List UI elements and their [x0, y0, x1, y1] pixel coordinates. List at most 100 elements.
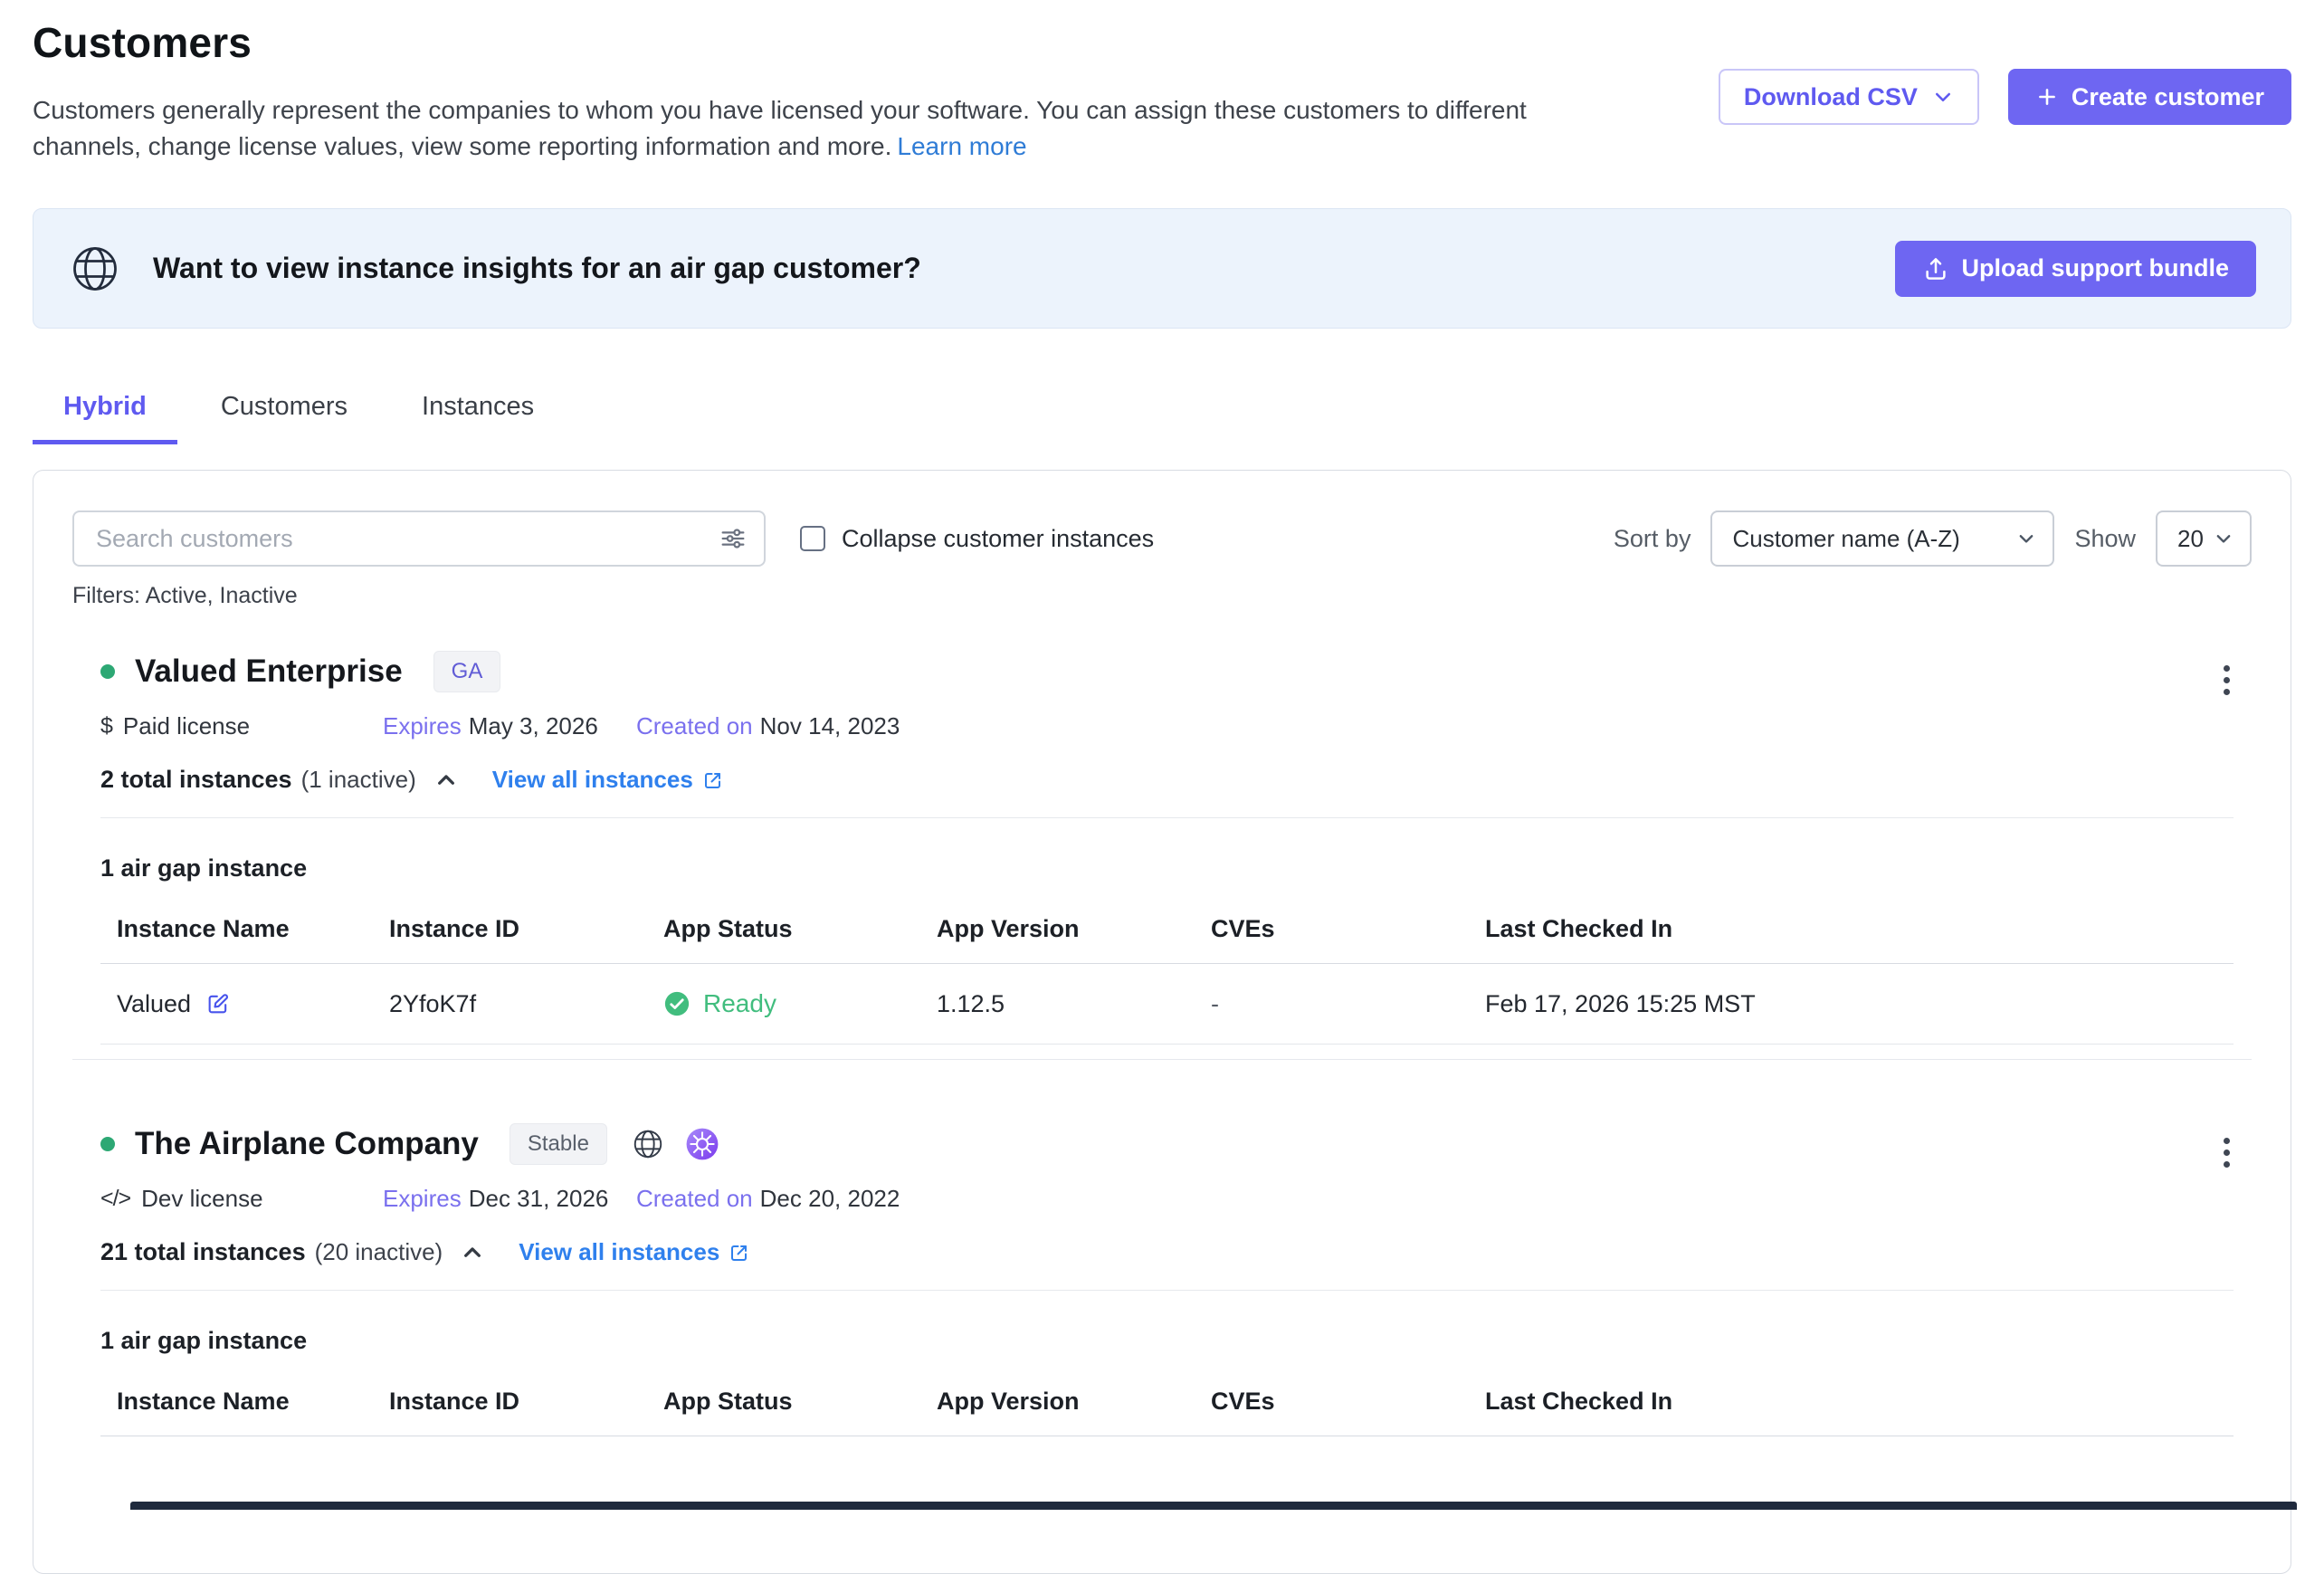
channel-badge: GA [433, 651, 501, 692]
show-select[interactable]: 20 [2156, 510, 2252, 567]
partially-visible-bottom-bar [130, 1502, 2297, 1510]
col-cves: CVEs [1211, 1388, 1485, 1416]
col-app-version: App Version [937, 1388, 1211, 1416]
inactive-instances-note: (20 inactive) [315, 1238, 443, 1266]
license-type-label: Dev license [141, 1185, 262, 1213]
instance-row: Valued 2YfoK7f Ready 1.12.5 - Feb [100, 964, 2234, 1045]
expires-date: May 3, 2026 [469, 712, 598, 739]
kebab-menu-button[interactable] [2213, 658, 2241, 702]
view-all-instances-label: View all instances [519, 1238, 719, 1266]
show-select-value: 20 [2177, 525, 2204, 553]
view-all-instances-link[interactable]: View all instances [492, 766, 724, 794]
upload-support-bundle-label: Upload support bundle [1962, 254, 2229, 282]
globe-icon [68, 242, 122, 296]
edit-icon[interactable] [205, 991, 231, 1016]
col-app-version: App Version [937, 915, 1211, 943]
inactive-instances-note: (1 inactive) [301, 766, 416, 794]
app-version: 1.12.5 [937, 990, 1211, 1018]
dollar-icon: $ [100, 713, 112, 739]
create-customer-button[interactable]: Create customer [2008, 69, 2291, 125]
customer-header: The Airplane Company Stable [100, 1123, 2234, 1165]
created-on-field: Created onDec 20, 2022 [636, 1185, 2234, 1213]
divider [100, 817, 2234, 818]
expires-date: Dec 31, 2026 [469, 1185, 609, 1212]
chevron-down-icon [1932, 86, 1954, 108]
search-input[interactable] [72, 510, 766, 567]
learn-more-link[interactable]: Learn more [897, 132, 1026, 160]
total-instances-count: 2 total instances [100, 766, 292, 794]
instances-summary-row: 21 total instances (20 inactive) View al… [100, 1238, 2234, 1266]
page-description-text: Customers generally represent the compan… [33, 96, 1527, 160]
instance-name: Valued [117, 990, 191, 1018]
view-all-instances-label: View all instances [492, 766, 693, 794]
col-last-checked-in: Last Checked In [1485, 1388, 2234, 1416]
view-all-instances-link[interactable]: View all instances [519, 1238, 750, 1266]
created-on-label: Created on [636, 1185, 753, 1212]
app-status-cell: Ready [663, 989, 937, 1018]
instance-table-header: Instance Name Instance ID App Status App… [100, 1388, 2234, 1436]
upload-icon [1922, 255, 1949, 282]
customers-card: Collapse customer instances Sort by Cust… [33, 470, 2291, 1574]
toolbar: Collapse customer instances Sort by Cust… [72, 510, 2252, 567]
show-label: Show [2074, 525, 2136, 553]
license-type: </> Dev license [100, 1185, 383, 1213]
external-link-icon [702, 769, 724, 791]
customer-header: Valued Enterprise GA [100, 651, 2234, 692]
plus-icon [2035, 85, 2059, 109]
collapse-instances-control[interactable]: Collapse customer instances [800, 525, 1154, 553]
search-customers [72, 510, 766, 567]
air-gap-instance-label: 1 air gap instance [100, 1327, 2234, 1355]
tab-hybrid[interactable]: Hybrid [33, 381, 177, 444]
instance-id: 2YfoK7f [389, 990, 663, 1018]
upload-support-bundle-button[interactable]: Upload support bundle [1895, 241, 2256, 297]
created-on-field: Created on Nov 14, 2023 [636, 712, 2234, 740]
col-instance-name: Instance Name [117, 915, 389, 943]
page-header-left: Customers Customers generally represent … [33, 18, 1607, 165]
tab-customers[interactable]: Customers [190, 381, 378, 444]
collapse-checkbox[interactable] [800, 526, 825, 551]
kebab-menu-button[interactable] [2213, 1130, 2241, 1175]
col-cves: CVEs [1211, 915, 1485, 943]
customers-page: Customers Customers generally represent … [0, 0, 2324, 1574]
instance-table: Instance Name Instance ID App Status App… [100, 1388, 2234, 1436]
check-circle-icon [663, 990, 691, 1017]
channel-badge: Stable [510, 1123, 607, 1165]
total-instances-count: 21 total instances [100, 1238, 306, 1266]
chevron-down-icon [2016, 529, 2036, 549]
col-instance-name: Instance Name [117, 1388, 389, 1416]
customer-section-the-airplane-company: The Airplane Company Stable [72, 1123, 2252, 1436]
air-gap-instance-label: 1 air gap instance [100, 854, 2234, 882]
sort-by-label: Sort by [1614, 525, 1691, 553]
active-filters-text: Filters: Active, Inactive [72, 583, 2252, 609]
page-description: Customers generally represent the compan… [33, 92, 1607, 165]
banner-title: Want to view instance insights for an ai… [153, 252, 921, 285]
customer-name[interactable]: Valued Enterprise [135, 653, 403, 690]
col-instance-id: Instance ID [389, 1388, 663, 1416]
app-status-text: Ready [703, 989, 776, 1018]
divider [100, 1290, 2234, 1291]
download-csv-button[interactable]: Download CSV [1719, 69, 1979, 125]
sort-select-value: Customer name (A-Z) [1732, 525, 1959, 553]
helm-icon [685, 1127, 719, 1161]
download-csv-label: Download CSV [1744, 83, 1918, 111]
sort-select[interactable]: Customer name (A-Z) [1710, 510, 2054, 567]
created-on-date: Nov 14, 2023 [760, 712, 900, 739]
customer-name[interactable]: The Airplane Company [135, 1126, 479, 1162]
last-checked-in: Feb 17, 2026 15:25 MST [1485, 990, 2234, 1018]
col-app-status: App Status [663, 1388, 937, 1416]
cves-value: - [1211, 990, 1485, 1018]
instances-summary-row: 2 total instances (1 inactive) View all … [100, 766, 2234, 794]
tab-instances[interactable]: Instances [391, 381, 565, 444]
expires-field: ExpiresDec 31, 2026 [383, 1185, 636, 1213]
air-gap-banner: Want to view instance insights for an ai… [33, 208, 2291, 329]
collapse-chevron-up-icon[interactable] [461, 1241, 484, 1264]
expires-field: Expires May 3, 2026 [383, 712, 636, 740]
instance-table: Instance Name Instance ID App Status App… [100, 915, 2234, 1045]
license-row: $ Paid license ExpiresMay 3, 2026 Create… [100, 712, 2234, 740]
page-title: Customers [33, 18, 1607, 67]
sort-controls: Sort by Customer name (A-Z) Show 20 [1614, 510, 2252, 567]
collapse-chevron-up-icon[interactable] [434, 768, 458, 792]
filter-sliders-icon[interactable] [719, 524, 748, 553]
created-on-label: Created on [636, 712, 753, 739]
expires-label: Expires [383, 712, 462, 739]
